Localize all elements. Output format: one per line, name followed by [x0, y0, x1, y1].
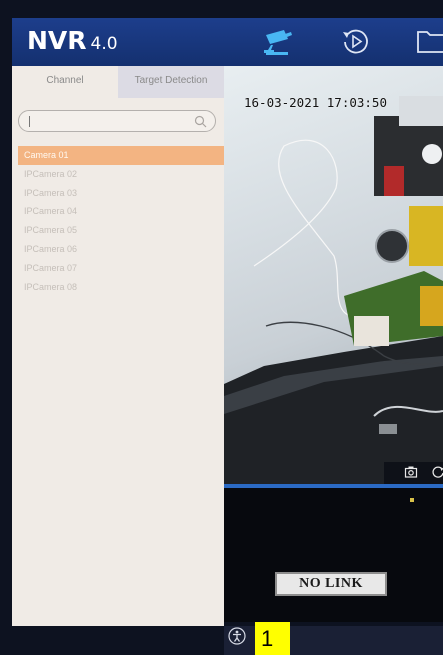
tab-target-detection[interactable]: Target Detection	[118, 66, 224, 98]
live-video-tile[interactable]: 16-03-2021 17:03:50	[224, 66, 443, 484]
folder-icon[interactable]	[414, 26, 443, 56]
camera-live-icon[interactable]	[260, 26, 294, 56]
camera-item-03[interactable]: IPCamera 03	[18, 184, 224, 203]
search-input[interactable]	[33, 114, 193, 128]
camera-item-06[interactable]: IPCamera 06	[18, 240, 224, 259]
camera-item-08[interactable]: IPCamera 08	[18, 278, 224, 297]
signal-indicator	[410, 498, 414, 502]
camera-item-07[interactable]: IPCamera 07	[18, 259, 224, 278]
tab-channel[interactable]: Channel	[12, 66, 118, 98]
playback-icon[interactable]	[338, 26, 372, 56]
search-icon[interactable]	[194, 115, 207, 128]
channel-panel: Channel Target Detection Camera 01 IPCam…	[12, 66, 224, 626]
no-link-label: NO LINK	[275, 572, 387, 596]
brand-version: 4.0	[90, 34, 118, 54]
brand-logo: NVR 4.0	[27, 26, 118, 55]
camera-list: Camera 01 IPCamera 02 IPCamera 03 IPCame…	[18, 146, 224, 296]
brand-name: NVR	[27, 26, 87, 55]
camera-item-04[interactable]: IPCamera 04	[18, 202, 224, 221]
channel-tile-2[interactable]: NO LINK	[224, 488, 443, 622]
record-icon[interactable]	[431, 465, 443, 479]
bottom-bar-left	[12, 626, 224, 655]
snapshot-icon[interactable]	[404, 465, 418, 479]
camera-feed-image	[224, 96, 443, 484]
camera-item-01[interactable]: Camera 01	[18, 146, 224, 165]
text-cursor	[29, 116, 30, 127]
channel-tabs: Channel Target Detection	[12, 66, 224, 98]
osd-timestamp: 16-03-2021 17:03:50	[244, 95, 387, 110]
tile-number-badge: 1	[255, 622, 290, 655]
top-bar: NVR 4.0	[12, 18, 443, 66]
channel-search[interactable]	[18, 110, 216, 132]
camera-item-02[interactable]: IPCamera 02	[18, 165, 224, 184]
camera-item-05[interactable]: IPCamera 05	[18, 221, 224, 240]
accessibility-icon[interactable]	[228, 627, 246, 645]
